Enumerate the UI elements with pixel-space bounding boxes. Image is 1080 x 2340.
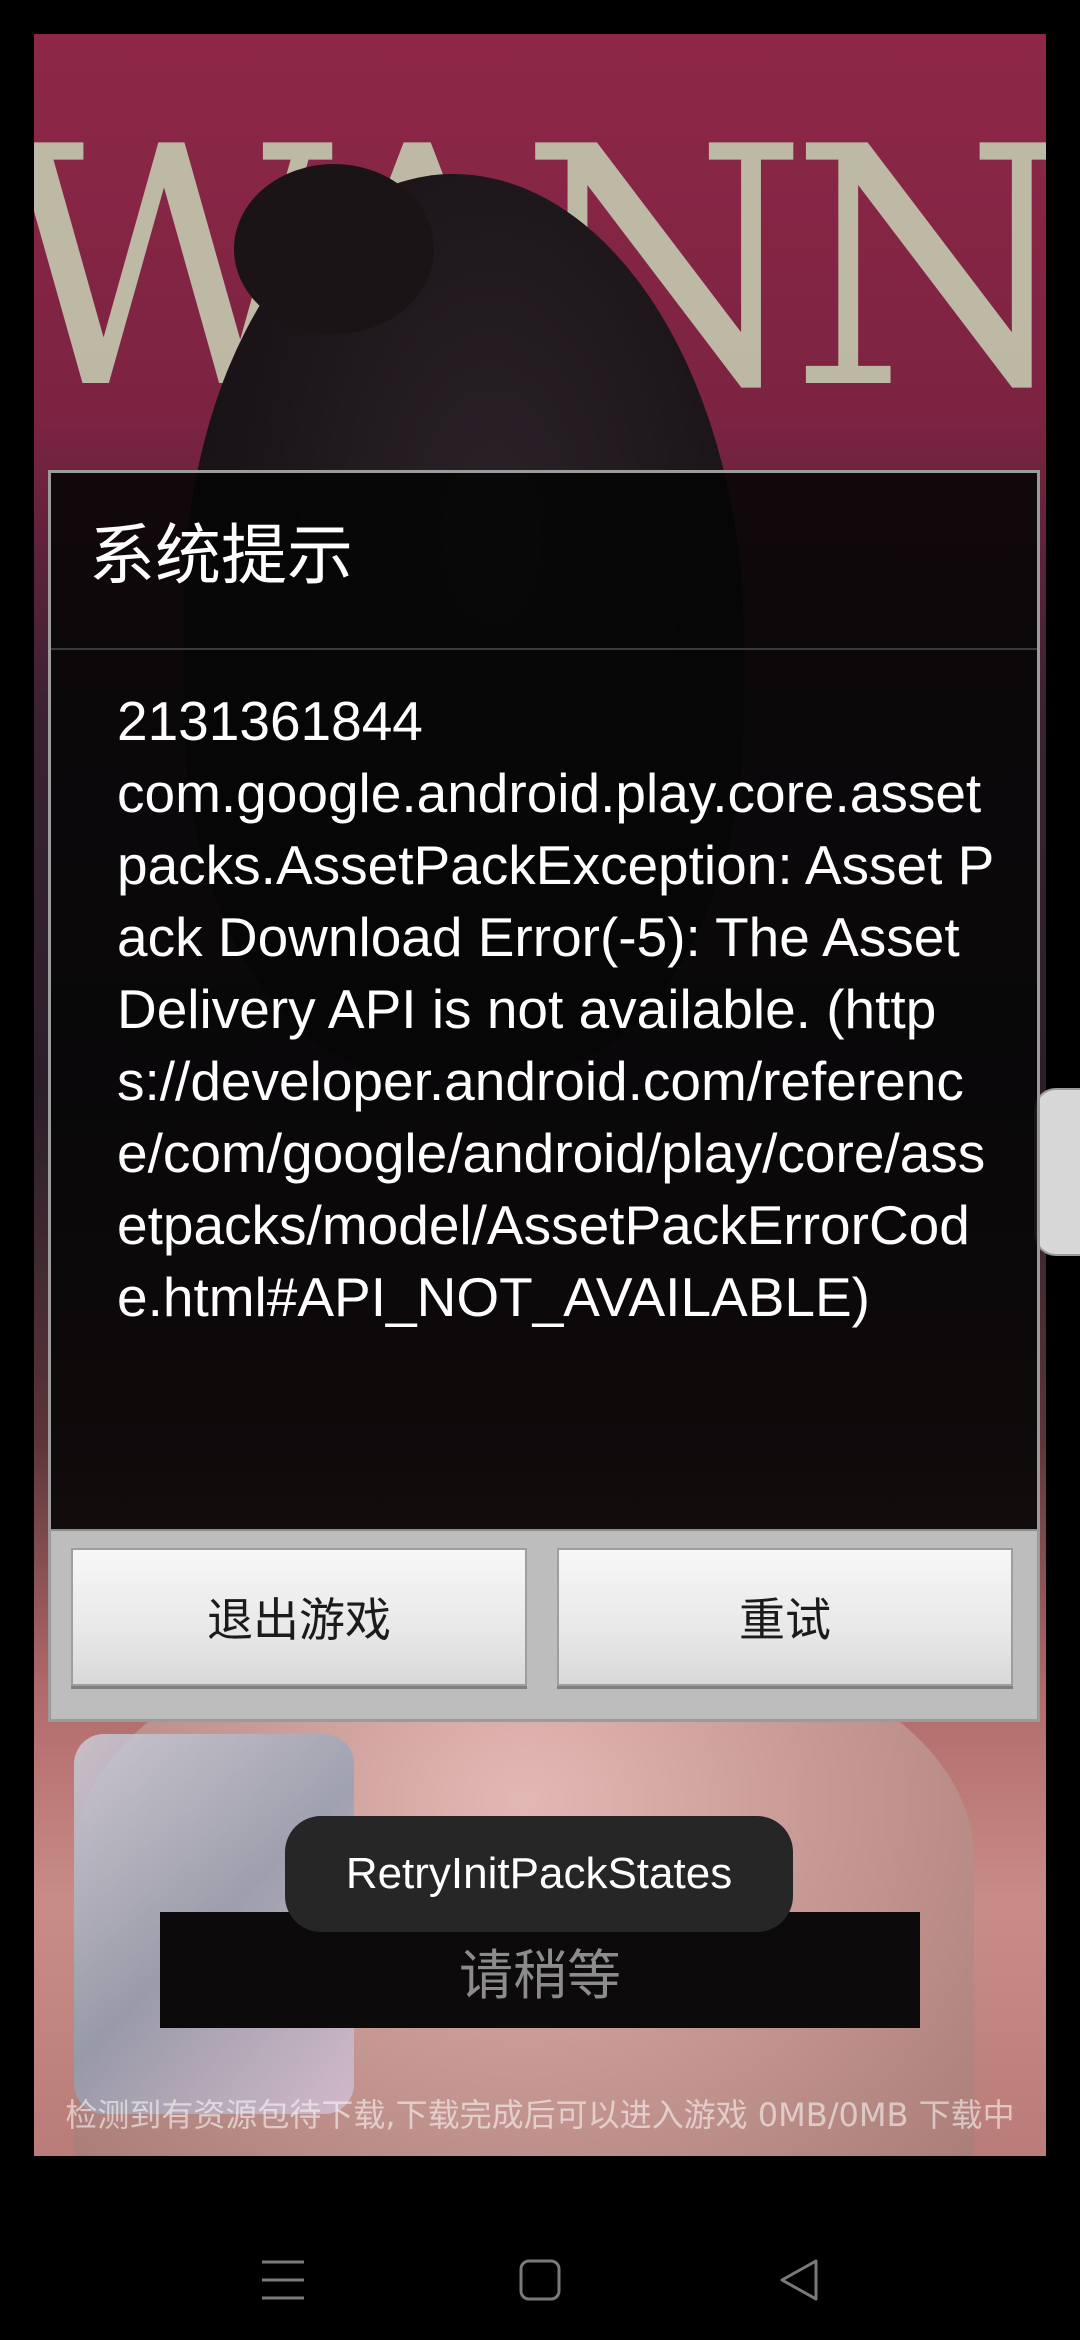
home-icon[interactable] bbox=[500, 2240, 580, 2320]
edge-panel-handle[interactable] bbox=[1034, 1088, 1080, 1256]
recents-icon[interactable] bbox=[243, 2240, 323, 2320]
dialog-button-bar: 退出游戏 重试 bbox=[51, 1529, 1037, 1719]
character-bun-art bbox=[234, 164, 434, 334]
system-alert-dialog: 系统提示 2131361844 com.google.android.play.… bbox=[48, 470, 1040, 1722]
exit-game-button[interactable]: 退出游戏 bbox=[71, 1548, 527, 1686]
toast-message: RetryInitPackStates bbox=[285, 1816, 793, 1932]
dialog-title: 系统提示 bbox=[89, 517, 353, 594]
navigation-bar bbox=[0, 2200, 1080, 2340]
dialog-message: 2131361844 com.google.android.play.core.… bbox=[117, 690, 995, 1328]
please-wait-label: 请稍等 bbox=[459, 1943, 621, 2007]
retry-button[interactable]: 重试 bbox=[557, 1548, 1013, 1686]
download-status-text: 检测到有资源包待下载,下载完成后可以进入游戏 0MB/0MB 下载中 bbox=[65, 2096, 1015, 2134]
dialog-divider bbox=[51, 648, 1037, 650]
back-icon[interactable] bbox=[758, 2240, 838, 2320]
